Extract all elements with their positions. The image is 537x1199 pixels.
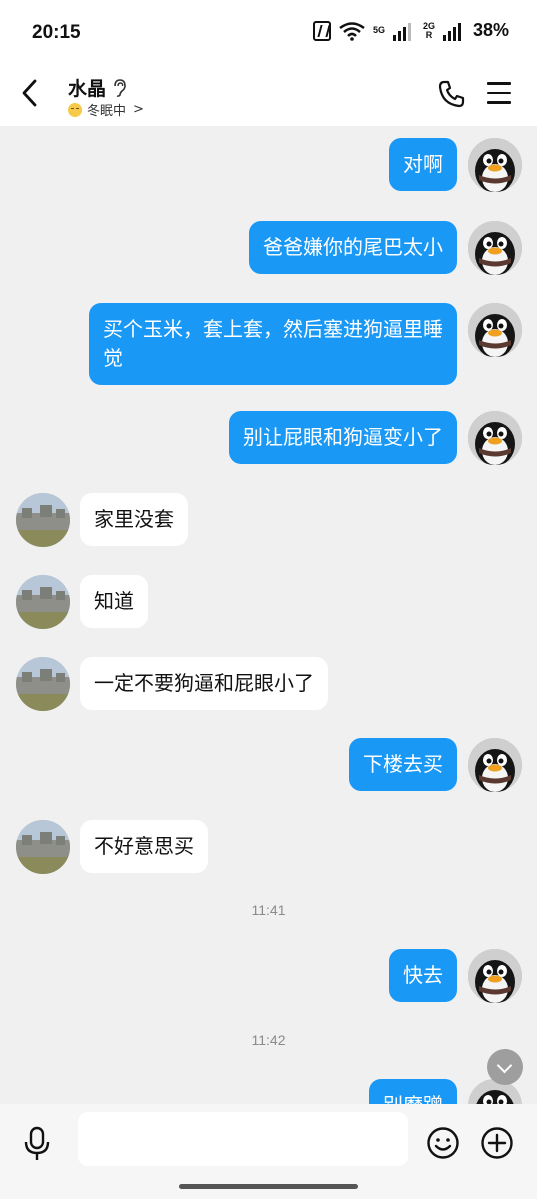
- status-icons: 5G 2G R 38%: [312, 20, 509, 41]
- message-row-incoming: 不好意思买: [0, 820, 537, 878]
- building-photo-icon: [16, 575, 70, 629]
- message-bubble-outgoing[interactable]: 别磨蹭: [369, 1079, 457, 1104]
- back-arrow-icon[interactable]: [18, 78, 42, 108]
- message-input[interactable]: [78, 1112, 408, 1166]
- message-bubble-incoming[interactable]: 知道: [80, 575, 148, 628]
- building-photo-icon: [16, 493, 70, 547]
- message-row-outgoing: 快去: [0, 949, 537, 1007]
- signal-icon-2: [442, 21, 465, 41]
- input-bar: [0, 1104, 537, 1199]
- message-bubble-outgoing[interactable]: 买个玉米，套上套，然后塞进狗逼里睡觉: [89, 303, 457, 385]
- my-avatar-penguin[interactable]: [468, 949, 522, 1003]
- contact-avatar[interactable]: [16, 575, 70, 629]
- building-photo-icon: [16, 820, 70, 874]
- message-row-outgoing: 买个玉米，套上套，然后塞进狗逼里睡觉: [0, 303, 537, 387]
- penguin-avatar-icon: [468, 949, 522, 1003]
- message-row-outgoing: 下楼去买: [0, 738, 537, 796]
- contact-avatar[interactable]: [16, 820, 70, 874]
- status-time: 20:15: [32, 22, 81, 43]
- ear-icon: [114, 78, 126, 97]
- my-avatar-penguin[interactable]: [468, 1079, 522, 1104]
- message-bubble-outgoing[interactable]: 快去: [389, 949, 457, 1002]
- status-text: 冬眠中: [87, 104, 127, 119]
- my-avatar-penguin[interactable]: [468, 738, 522, 792]
- message-bubble-outgoing[interactable]: 下楼去买: [349, 738, 457, 791]
- penguin-avatar-icon: [468, 738, 522, 792]
- penguin-avatar-icon: [468, 221, 522, 275]
- contact-name: 水晶: [68, 78, 107, 100]
- message-row-outgoing: 别让屁眼和狗逼变小了: [0, 411, 537, 469]
- message-bubble-outgoing[interactable]: 对啊: [389, 138, 457, 191]
- my-avatar-penguin[interactable]: [468, 411, 522, 465]
- timestamp: 11:42: [251, 1032, 286, 1048]
- contact-status[interactable]: 冬眠中 >: [68, 100, 144, 119]
- contact-avatar[interactable]: [16, 657, 70, 711]
- my-avatar-penguin[interactable]: [468, 221, 522, 275]
- sleeping-face-icon: [68, 102, 82, 117]
- message-bubble-incoming[interactable]: 一定不要狗逼和屁眼小了: [80, 657, 328, 710]
- message-row-outgoing: 对啊: [0, 138, 537, 196]
- message-row-outgoing: 爸爸嫌你的尾巴太小: [0, 221, 537, 279]
- message-bubble-incoming[interactable]: 不好意思买: [80, 820, 208, 873]
- message-bubble-incoming[interactable]: 家里没套: [80, 493, 188, 546]
- menu-icon[interactable]: [487, 82, 511, 104]
- contact-avatar[interactable]: [16, 493, 70, 547]
- status-bar: 20:15 5G 2G R 38%: [0, 0, 537, 66]
- penguin-avatar-icon: [468, 1079, 522, 1104]
- message-row-incoming: 一定不要狗逼和屁眼小了: [0, 657, 537, 715]
- chat-header: 水晶 冬眠中 >: [0, 66, 537, 126]
- contact-name-row[interactable]: 水晶: [68, 74, 126, 101]
- nfc-icon: [312, 20, 331, 41]
- emoji-icon[interactable]: [426, 1126, 460, 1160]
- battery-level: 38%: [472, 20, 509, 40]
- plus-icon[interactable]: [480, 1126, 514, 1160]
- message-bubble-outgoing[interactable]: 爸爸嫌你的尾巴太小: [249, 221, 457, 274]
- my-avatar-penguin[interactable]: [468, 138, 522, 192]
- home-indicator[interactable]: [179, 1184, 358, 1189]
- message-list[interactable]: 对啊 爸爸嫌你的尾巴太小 买个玉米，套上套，然后塞进狗逼里睡觉 别让屁眼和狗逼变…: [0, 126, 537, 1104]
- message-row-incoming: 家里没套: [0, 493, 537, 551]
- wifi-icon: [339, 21, 365, 41]
- penguin-avatar-icon: [468, 303, 522, 357]
- message-row-incoming: 知道: [0, 575, 537, 633]
- phone-icon[interactable]: [438, 80, 466, 108]
- my-avatar-penguin[interactable]: [468, 303, 522, 357]
- signal-icon-1: [392, 21, 415, 41]
- network-label-2: 2G R: [422, 20, 435, 40]
- message-bubble-outgoing[interactable]: 别让屁眼和狗逼变小了: [229, 411, 457, 464]
- timestamp: 11:41: [251, 902, 286, 918]
- chevron-right-icon: >: [133, 102, 144, 117]
- network-label-1: 5G: [372, 25, 385, 35]
- message-row-outgoing: 别磨蹭: [0, 1079, 537, 1104]
- penguin-avatar-icon: [468, 411, 522, 465]
- scroll-to-bottom-button[interactable]: [487, 1049, 523, 1085]
- microphone-icon[interactable]: [22, 1126, 52, 1162]
- building-photo-icon: [16, 657, 70, 711]
- penguin-avatar-icon: [468, 138, 522, 192]
